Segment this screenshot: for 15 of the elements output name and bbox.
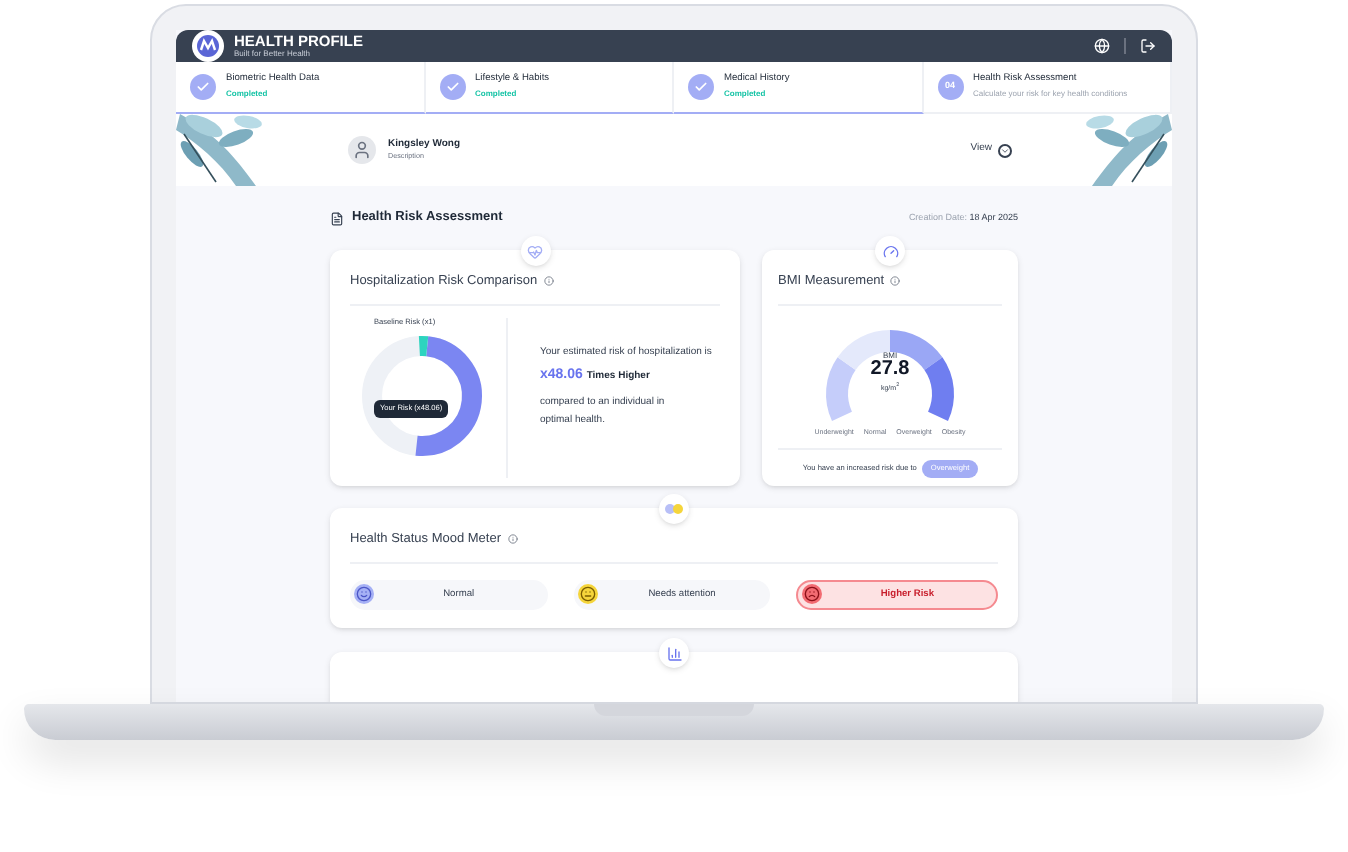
info-icon[interactable] xyxy=(543,276,554,287)
info-icon[interactable] xyxy=(890,276,901,287)
document-icon xyxy=(330,211,344,225)
check-icon xyxy=(196,80,210,94)
globe-icon[interactable] xyxy=(1094,38,1110,54)
check-icon xyxy=(445,80,459,94)
chevron-down-icon xyxy=(998,143,1012,157)
neutral-face-icon xyxy=(577,584,598,605)
sad-face-icon xyxy=(802,584,823,605)
check-icon xyxy=(694,80,708,94)
avatar-icon xyxy=(348,136,376,164)
logout-icon[interactable] xyxy=(1140,38,1156,54)
happy-face-icon xyxy=(354,584,374,605)
bmi-value: 27.8 xyxy=(870,359,910,380)
info-icon[interactable] xyxy=(507,534,518,545)
